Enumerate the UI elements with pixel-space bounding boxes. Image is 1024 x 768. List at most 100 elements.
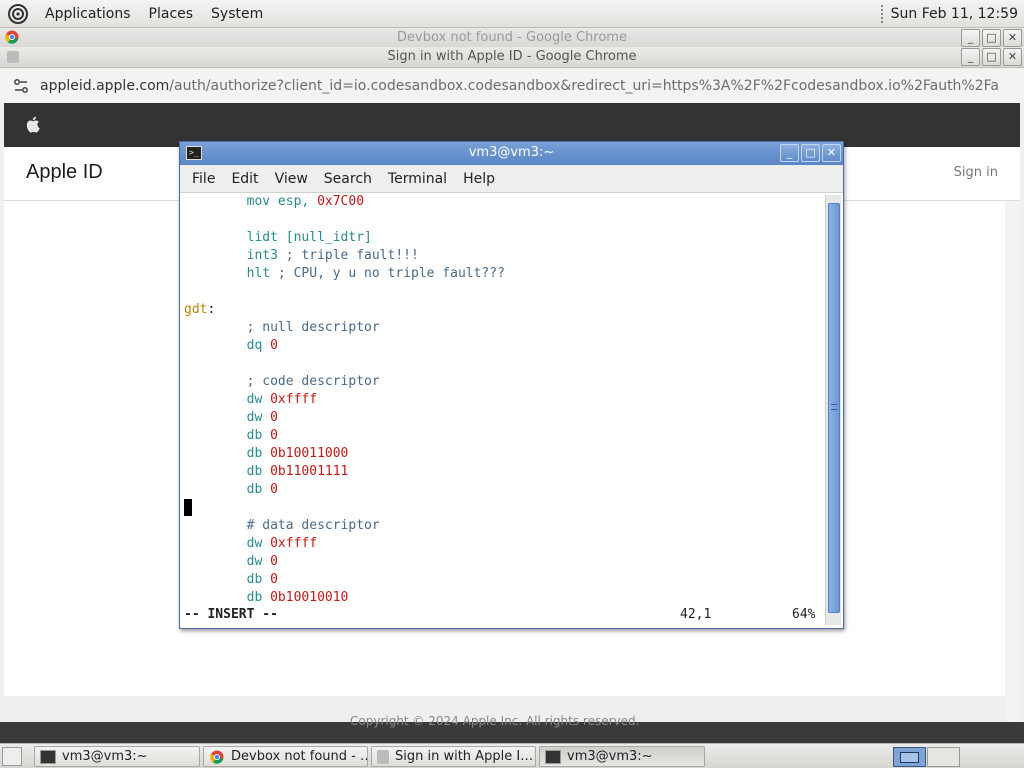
code-keyword: dq [246,338,271,353]
text-cursor [184,499,192,516]
clock[interactable]: Sun Feb 11, 12:59 [891,6,1024,22]
code-keyword: db [246,572,271,587]
page-title[interactable]: Apple ID [26,161,103,184]
code-number: 0 [270,554,278,569]
terminal-text-area[interactable]: mov esp, 0x7C00 lidt [null_idtr] int3 ; … [180,193,826,626]
minimize-icon[interactable]: _ [780,144,799,162]
code-keyword: mov esp, [246,194,318,209]
code-label: gdt [184,302,208,317]
menu-view[interactable]: View [267,171,316,187]
code-number: 0b11001111 [270,464,349,479]
applications-menu[interactable]: Applications [36,6,140,22]
code-keyword: dw [246,392,271,407]
scrollbar-thumb[interactable] [828,203,840,613]
minimize-icon[interactable]: _ [961,48,980,66]
code-line: mov esp, 0x7C00 [184,193,364,211]
code-text: : [207,302,216,317]
code-line: db 0b10010010 [184,589,349,607]
close-icon[interactable]: ✕ [1003,48,1022,66]
code-keyword: db [246,590,271,605]
code-comment: ; triple fault!!! [277,248,419,263]
url-path: /auth/authorize?client_id=io.codesandbox… [169,78,1000,94]
address-bar[interactable]: appleid.apple.com/auth/authorize?client_… [0,69,1024,103]
code-number: 0 [270,428,278,443]
gnome-foot-icon[interactable] [7,3,29,25]
terminal-scrollbar[interactable] [825,195,841,625]
code-comment: ; CPU, y u no triple fault??? [270,266,505,281]
vim-mode-indicator: -- INSERT -- [184,607,278,622]
window-title: vm3@vm3:~ [468,145,555,160]
code-line: dw 0 [184,409,278,427]
code-line: ; null descriptor [184,319,380,337]
code-comment: ; null descriptor [246,320,380,335]
apple-logo-icon[interactable] [26,116,40,133]
code-number: 0 [270,572,278,587]
code-line: int3 ; triple fault!!! [184,247,419,265]
menu-terminal[interactable]: Terminal [380,171,455,187]
code-number: 0 [270,410,278,425]
code-line: dw 0 [184,553,278,571]
system-menu[interactable]: System [202,6,272,22]
terminal-window: >_ vm3@vm3:~ _ □ ✕ File Edit View Search… [179,141,844,629]
maximize-icon[interactable]: □ [982,29,1001,47]
workspace-1[interactable] [893,747,926,767]
code-comment: # data descriptor [246,518,380,533]
code-number: 0xffff [270,392,318,407]
code-line: db 0 [184,571,278,589]
terminal-icon [545,749,561,764]
sign-in-link[interactable]: Sign in [954,165,998,180]
task-terminal-1[interactable]: vm3@vm3:~ [34,746,200,767]
minimize-icon[interactable]: _ [961,29,980,47]
window-title: Devbox not found - Google Chrome [397,30,627,45]
menu-file[interactable]: File [184,171,223,187]
task-label: vm3@vm3:~ [62,749,148,764]
chrome-titlebar[interactable]: Sign in with Apple ID - Google Chrome _ … [0,47,1024,68]
code-line: dw 0xffff [184,535,317,553]
task-terminal-2[interactable]: vm3@vm3:~ [539,746,705,767]
scroll-percent: 64% [792,607,816,622]
workspace-2[interactable] [927,747,960,767]
menu-search[interactable]: Search [316,171,380,187]
copyright-footer: Copyright © 2024 Apple Inc. All rights r… [350,714,640,728]
code-keyword: lidt [null_idtr] [246,230,372,245]
terminal-menubar: File Edit View Search Terminal Help [180,165,843,193]
show-desktop-icon[interactable] [2,747,22,766]
task-chrome-apple[interactable]: Sign in with Apple I… [371,746,536,767]
page-scrollbar[interactable] [1005,201,1020,722]
code-keyword: dw [246,410,271,425]
maximize-icon[interactable]: □ [982,48,1001,66]
url-host: appleid.apple.com [40,78,170,94]
menu-edit[interactable]: Edit [223,171,266,187]
code-number: 0 [270,482,278,497]
cursor-position: 42,1 [680,607,712,622]
maximize-icon[interactable]: □ [801,144,820,162]
url-text[interactable]: appleid.apple.com/auth/authorize?client_… [40,78,1000,94]
close-icon[interactable]: ✕ [1003,29,1022,47]
code-line: db 0 [184,481,278,499]
code-line: # data descriptor [184,517,380,535]
terminal-titlebar[interactable]: >_ vm3@vm3:~ _ □ ✕ [180,142,843,165]
code-line: db 0b10011000 [184,445,349,463]
terminal-icon [40,749,56,764]
task-label: vm3@vm3:~ [567,749,653,764]
code-line: lidt [null_idtr] [184,229,372,247]
menu-help[interactable]: Help [455,171,503,187]
code-line: db 0 [184,427,278,445]
code-keyword: dw [246,536,271,551]
site-settings-icon[interactable] [12,77,30,95]
code-number: 0b10011000 [270,446,349,461]
window-controls: _ □ ✕ [961,48,1022,66]
places-menu[interactable]: Places [140,6,203,22]
top-panel: Applications Places System Sun Feb 11, 1… [0,0,1024,28]
code-keyword: int3 [246,248,278,263]
task-label: Sign in with Apple I… [395,749,534,764]
task-chrome-devbox[interactable]: Devbox not found - … [203,746,368,767]
close-icon[interactable]: ✕ [822,144,841,162]
code-number: 0 [270,338,278,353]
code-keyword: hlt [246,266,271,281]
code-line: gdt: [184,301,215,319]
panel-handle-icon[interactable] [880,5,885,23]
grip-icon [831,404,837,410]
code-number: 0xffff [270,536,318,551]
bottom-taskbar: vm3@vm3:~ Devbox not found - … Sign in w… [0,743,1024,768]
